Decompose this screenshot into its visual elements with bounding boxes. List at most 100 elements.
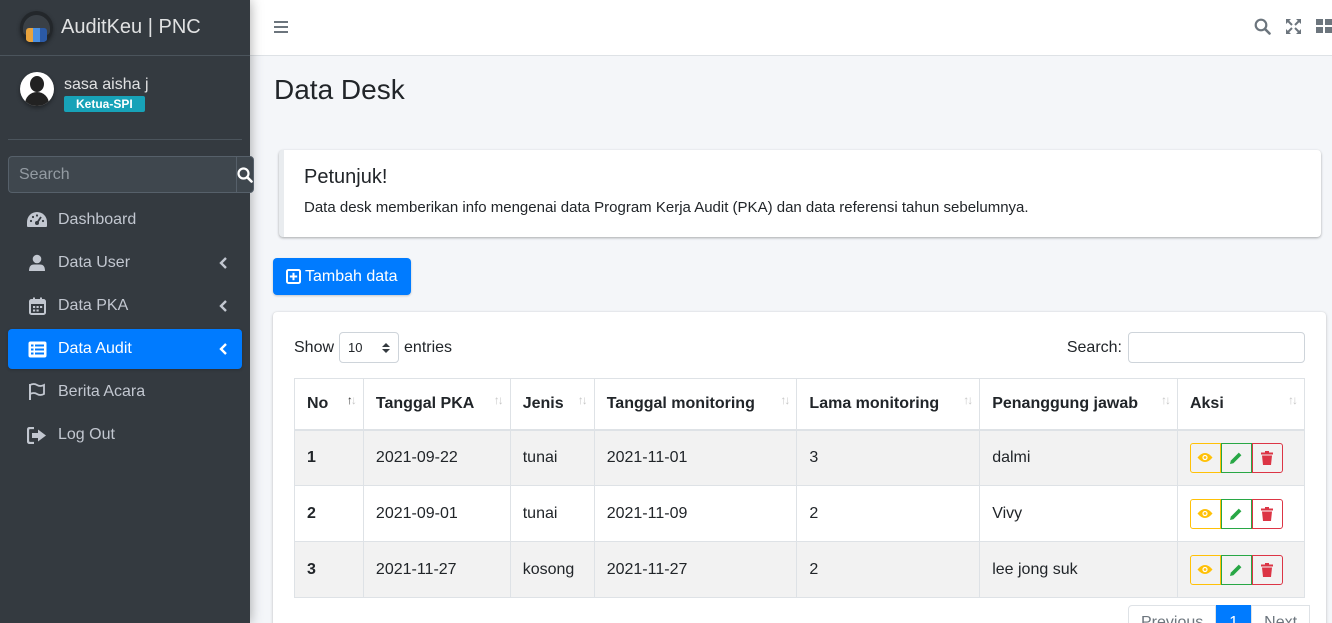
chevron-left-icon	[219, 343, 227, 355]
trash-icon	[1261, 562, 1274, 577]
select-arrows-icon	[382, 342, 391, 353]
cell-tanggal-pka: 2021-09-22	[362, 429, 511, 486]
cell-lama-monitoring: 2	[796, 541, 981, 598]
sort-icon: ↑↓	[577, 393, 588, 407]
eye-icon	[1197, 453, 1213, 463]
data-table: No ↑↓ Tanggal PKA ↑↓ Jenis ↑↓ Tanggal monit…	[294, 378, 1306, 598]
column-header-jenis[interactable]: Jenis ↑↓	[509, 378, 595, 431]
pagination-page-1[interactable]: 1	[1216, 605, 1252, 623]
edit-button[interactable]	[1220, 554, 1252, 585]
cell-tanggal-monitoring: 2021-11-01	[593, 429, 798, 486]
add-data-label: Tambah data	[305, 267, 398, 285]
sidebar-item-dashboard[interactable]: Dashboard	[8, 200, 242, 240]
flag-icon	[26, 382, 48, 402]
plus-square-icon	[286, 269, 301, 284]
page-title: Data Desk	[274, 74, 405, 105]
top-navbar	[250, 0, 1332, 56]
delete-button[interactable]	[1251, 442, 1283, 473]
sidebar-item-berita-acara[interactable]: Berita Acara	[8, 372, 242, 412]
column-header-penanggung-jawab[interactable]: Penanggung jawab ↑↓	[979, 378, 1178, 431]
brand-logo	[20, 11, 53, 44]
entries-label: entries	[404, 338, 453, 356]
callout-title: Petunjuk!	[304, 166, 388, 188]
data-table-card: Show 10 entries Search: No ↑↓ Tanggal PKA…	[273, 312, 1326, 623]
user-name[interactable]: sasa aisha j	[64, 76, 149, 94]
sidebar-search-button[interactable]	[236, 156, 254, 193]
sidebar-search	[8, 156, 254, 193]
list-icon	[26, 339, 48, 359]
chevron-left-icon	[219, 300, 227, 312]
trash-icon	[1261, 506, 1274, 521]
cell-penanggung-jawab: lee jong suk	[979, 541, 1178, 598]
callout-text: Data desk memberikan info mengenai data …	[304, 199, 1029, 216]
sidebar-search-input[interactable]	[8, 156, 236, 193]
control-sidebar-button[interactable]	[1316, 18, 1332, 40]
cell-no: 3	[294, 541, 364, 598]
sidebar-item-data-user[interactable]: Data User	[8, 243, 242, 283]
column-header-tanggal-pka[interactable]: Tanggal PKA ↑↓	[362, 378, 511, 431]
cell-penanggung-jawab: dalmi	[979, 429, 1178, 486]
show-label: Show	[294, 338, 335, 356]
sidebar-item-label: Data PKA	[58, 297, 129, 314]
view-button[interactable]	[1189, 554, 1221, 585]
dashboard-icon	[26, 210, 48, 230]
sidebar-item-data-audit[interactable]: Data Audit	[8, 329, 242, 369]
entries-select[interactable]: 10	[339, 332, 400, 363]
column-header-no[interactable]: No ↑↓	[294, 378, 364, 431]
delete-button[interactable]	[1251, 498, 1283, 529]
cell-lama-monitoring: 2	[796, 485, 981, 542]
brand-title: AuditKeu | PNC	[61, 16, 201, 38]
pagination-next[interactable]: Next	[1251, 605, 1311, 623]
column-header-aksi[interactable]: Aksi ↑↓	[1176, 378, 1306, 431]
view-button[interactable]	[1189, 498, 1221, 529]
expand-arrows-icon	[1286, 19, 1301, 34]
search-icon	[237, 166, 253, 183]
cell-jenis: tunai	[509, 485, 595, 542]
sort-icon: ↑↓	[1288, 393, 1298, 407]
entries-length-control: Show 10 entries	[294, 332, 452, 363]
table-search-label: Search:	[1066, 338, 1122, 356]
sidebar-item-label: Data User	[58, 254, 131, 271]
table-search: Search:	[1067, 332, 1305, 363]
cell-lama-monitoring: 3	[796, 429, 981, 486]
search-icon	[1254, 18, 1271, 35]
eye-icon	[1197, 509, 1213, 518]
cell-no: 1	[294, 429, 364, 486]
pagination-previous[interactable]: Previous	[1128, 605, 1217, 623]
sidebar-item-data-pka[interactable]: Data PKA	[8, 286, 242, 326]
sidebar-item-label: Berita Acara	[58, 383, 146, 400]
view-button[interactable]	[1189, 442, 1221, 473]
table-search-input[interactable]	[1128, 332, 1305, 363]
user-icon	[26, 253, 48, 273]
sort-icon: ↑↓	[963, 393, 973, 407]
fullscreen-button[interactable]	[1285, 18, 1302, 40]
eye-icon	[1197, 565, 1213, 574]
pencil-icon	[1230, 452, 1242, 464]
pagination: Previous 1 Next	[1128, 605, 1311, 623]
menu-toggle-button[interactable]	[274, 20, 288, 39]
entries-select-value: 10	[348, 340, 363, 355]
brand-link[interactable]: AuditKeu | PNC	[0, 0, 250, 56]
column-header-tanggal-monitoring[interactable]: Tanggal monitoring ↑↓	[593, 378, 798, 431]
avatar[interactable]	[20, 72, 54, 106]
column-header-lama-monitoring[interactable]: Lama monitoring ↑↓	[796, 378, 981, 431]
cell-aksi	[1176, 541, 1306, 598]
chevron-left-icon	[219, 257, 227, 269]
pencil-icon	[1230, 508, 1242, 520]
edit-button[interactable]	[1220, 498, 1252, 529]
table-row: 2 2021-09-01 tunai 2021-11-09 2 Vivy	[294, 485, 1306, 542]
grid-icon	[1316, 19, 1332, 33]
sidebar-item-label: Dashboard	[58, 211, 137, 228]
sidebar-nav: Dashboard Data User Data PKA Data Audit	[0, 200, 250, 455]
delete-button[interactable]	[1251, 554, 1283, 585]
info-callout: Petunjuk! Data desk memberikan info meng…	[279, 150, 1321, 237]
sign-out-icon	[26, 425, 48, 445]
cell-no: 2	[294, 485, 364, 542]
cell-penanggung-jawab: Vivy	[979, 485, 1178, 542]
trash-icon	[1261, 450, 1274, 465]
edit-button[interactable]	[1220, 442, 1252, 473]
cell-tanggal-pka: 2021-11-27	[362, 541, 511, 598]
add-data-button[interactable]: Tambah data	[273, 258, 411, 295]
sidebar-item-log-out[interactable]: Log Out	[8, 415, 242, 455]
navbar-search-button[interactable]	[1254, 18, 1271, 40]
